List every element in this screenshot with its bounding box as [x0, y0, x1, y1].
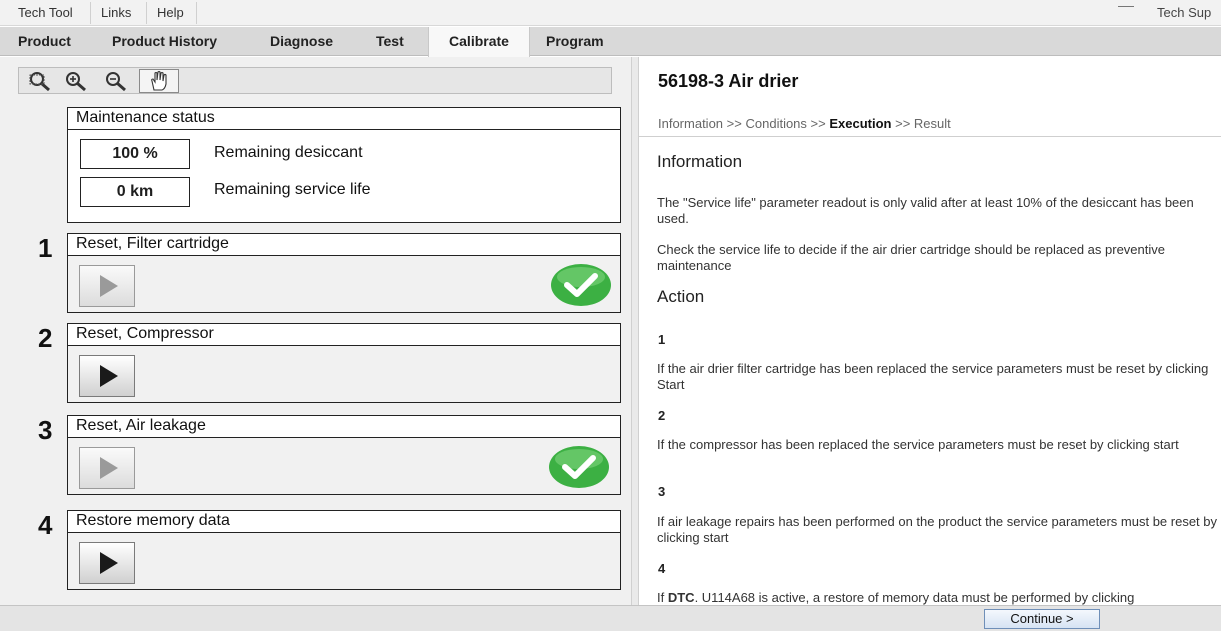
action-number: 4	[658, 561, 666, 576]
start-button[interactable]	[79, 355, 135, 397]
information-paragraph: Check the service life to decide if the …	[657, 242, 1165, 273]
action-text: If the compressor has been replaced the …	[657, 437, 1179, 452]
pane-splitter[interactable]	[631, 57, 639, 605]
step-body	[68, 256, 620, 312]
breadcrumb-conditions: Conditions	[745, 116, 807, 131]
page-title: 56198-3 Air drier	[658, 71, 799, 91]
action-heading: Action	[657, 287, 705, 306]
breadcrumb-separator: >>	[810, 116, 826, 131]
tab-diagnose[interactable]: Diagnose	[262, 27, 341, 56]
tab-bar: Product Product History Diagnose Test Ca…	[0, 27, 1221, 57]
step-number: 1	[38, 233, 53, 263]
remaining-service-life-value: 0 km	[80, 177, 190, 207]
step-number: 3	[38, 415, 53, 445]
action-text: If air leakage repairs has been performe…	[657, 514, 1218, 545]
play-icon	[100, 275, 118, 297]
continue-button[interactable]: Continue >	[984, 609, 1100, 629]
maintenance-status-body: 100 % Remaining desiccant 0 km Remaining…	[68, 130, 620, 222]
check-icon	[550, 263, 612, 307]
step-title: Reset, Compressor	[68, 324, 620, 346]
tab-test[interactable]: Test	[368, 27, 412, 56]
breadcrumb-separator: >>	[726, 116, 742, 131]
action-number: 3	[658, 484, 666, 499]
step-body	[68, 346, 620, 402]
tab-program[interactable]: Program	[538, 27, 612, 56]
play-icon	[100, 552, 118, 574]
pan-hand-icon[interactable]	[139, 69, 179, 93]
step-title: Reset, Air leakage	[68, 416, 620, 438]
breadcrumb-information: Information	[658, 116, 724, 131]
step-body	[68, 438, 620, 494]
breadcrumb: Information >> Conditions >> Execution >…	[658, 116, 951, 131]
minimize-icon[interactable]	[1118, 6, 1134, 7]
zoom-in-icon[interactable]	[61, 69, 91, 93]
remaining-desiccant-label: Remaining desiccant	[214, 144, 363, 161]
step-title: Restore memory data	[68, 511, 620, 533]
menu-help[interactable]: Help	[155, 5, 186, 20]
step-title: Reset, Filter cartridge	[68, 234, 620, 256]
maintenance-status-panel: Maintenance status 100 % Remaining desic…	[67, 107, 621, 223]
step-number: 2	[38, 323, 53, 353]
step-number: 4	[38, 510, 53, 540]
start-button[interactable]	[79, 447, 135, 489]
menu-tech-tool[interactable]: Tech Tool	[16, 5, 75, 20]
check-icon	[548, 445, 610, 489]
menu-separator	[90, 2, 91, 24]
step-reset-compressor: Reset, Compressor	[67, 323, 621, 403]
dtc-label: DTC	[667, 590, 695, 605]
action-text: If the air drier filter cartridge has be…	[657, 361, 1209, 392]
action-number: 2	[658, 408, 666, 423]
play-icon	[100, 457, 118, 479]
graphics-pane: Maintenance status 100 % Remaining desic…	[0, 57, 631, 605]
menu-bar: Tech Tool Links Help Tech Sup	[0, 0, 1221, 26]
step-reset-filter-cartridge: Reset, Filter cartridge	[67, 233, 621, 313]
step-restore-memory-data: Restore memory data	[67, 510, 621, 590]
breadcrumb-result: Result	[913, 116, 951, 131]
menu-separator	[196, 2, 197, 24]
zoom-fit-icon[interactable]	[25, 69, 55, 93]
menu-separator	[146, 2, 147, 24]
information-paragraph: The "Service life" parameter readout is …	[657, 195, 1194, 226]
information-heading: Information	[657, 152, 743, 171]
remaining-desiccant-value: 100 %	[80, 139, 190, 169]
tab-product-history[interactable]: Product History	[104, 27, 225, 56]
action-number: 1	[658, 332, 666, 347]
action-text: If DTC. U114A68 is active, a restore of …	[657, 590, 1135, 605]
status-bar: Continue >	[0, 605, 1221, 631]
remaining-service-life-label: Remaining service life	[214, 181, 371, 198]
breadcrumb-divider	[639, 136, 1221, 137]
breadcrumb-execution: Execution	[829, 116, 892, 131]
menu-links[interactable]: Links	[99, 5, 133, 20]
start-button[interactable]	[79, 265, 135, 307]
instructions-pane: 56198-3 Air drier Information >> Conditi…	[639, 57, 1221, 605]
maintenance-status-title: Maintenance status	[68, 108, 620, 130]
tab-product[interactable]: Product	[10, 27, 79, 56]
breadcrumb-separator: >>	[895, 116, 911, 131]
step-reset-air-leakage: Reset, Air leakage	[67, 415, 621, 495]
menu-tech-support[interactable]: Tech Sup	[1157, 5, 1211, 20]
step-body	[68, 533, 620, 589]
play-icon	[100, 365, 118, 387]
tab-calibrate[interactable]: Calibrate	[428, 27, 530, 57]
start-button[interactable]	[79, 542, 135, 584]
zoom-toolbar	[18, 67, 612, 94]
zoom-out-icon[interactable]	[101, 69, 131, 93]
